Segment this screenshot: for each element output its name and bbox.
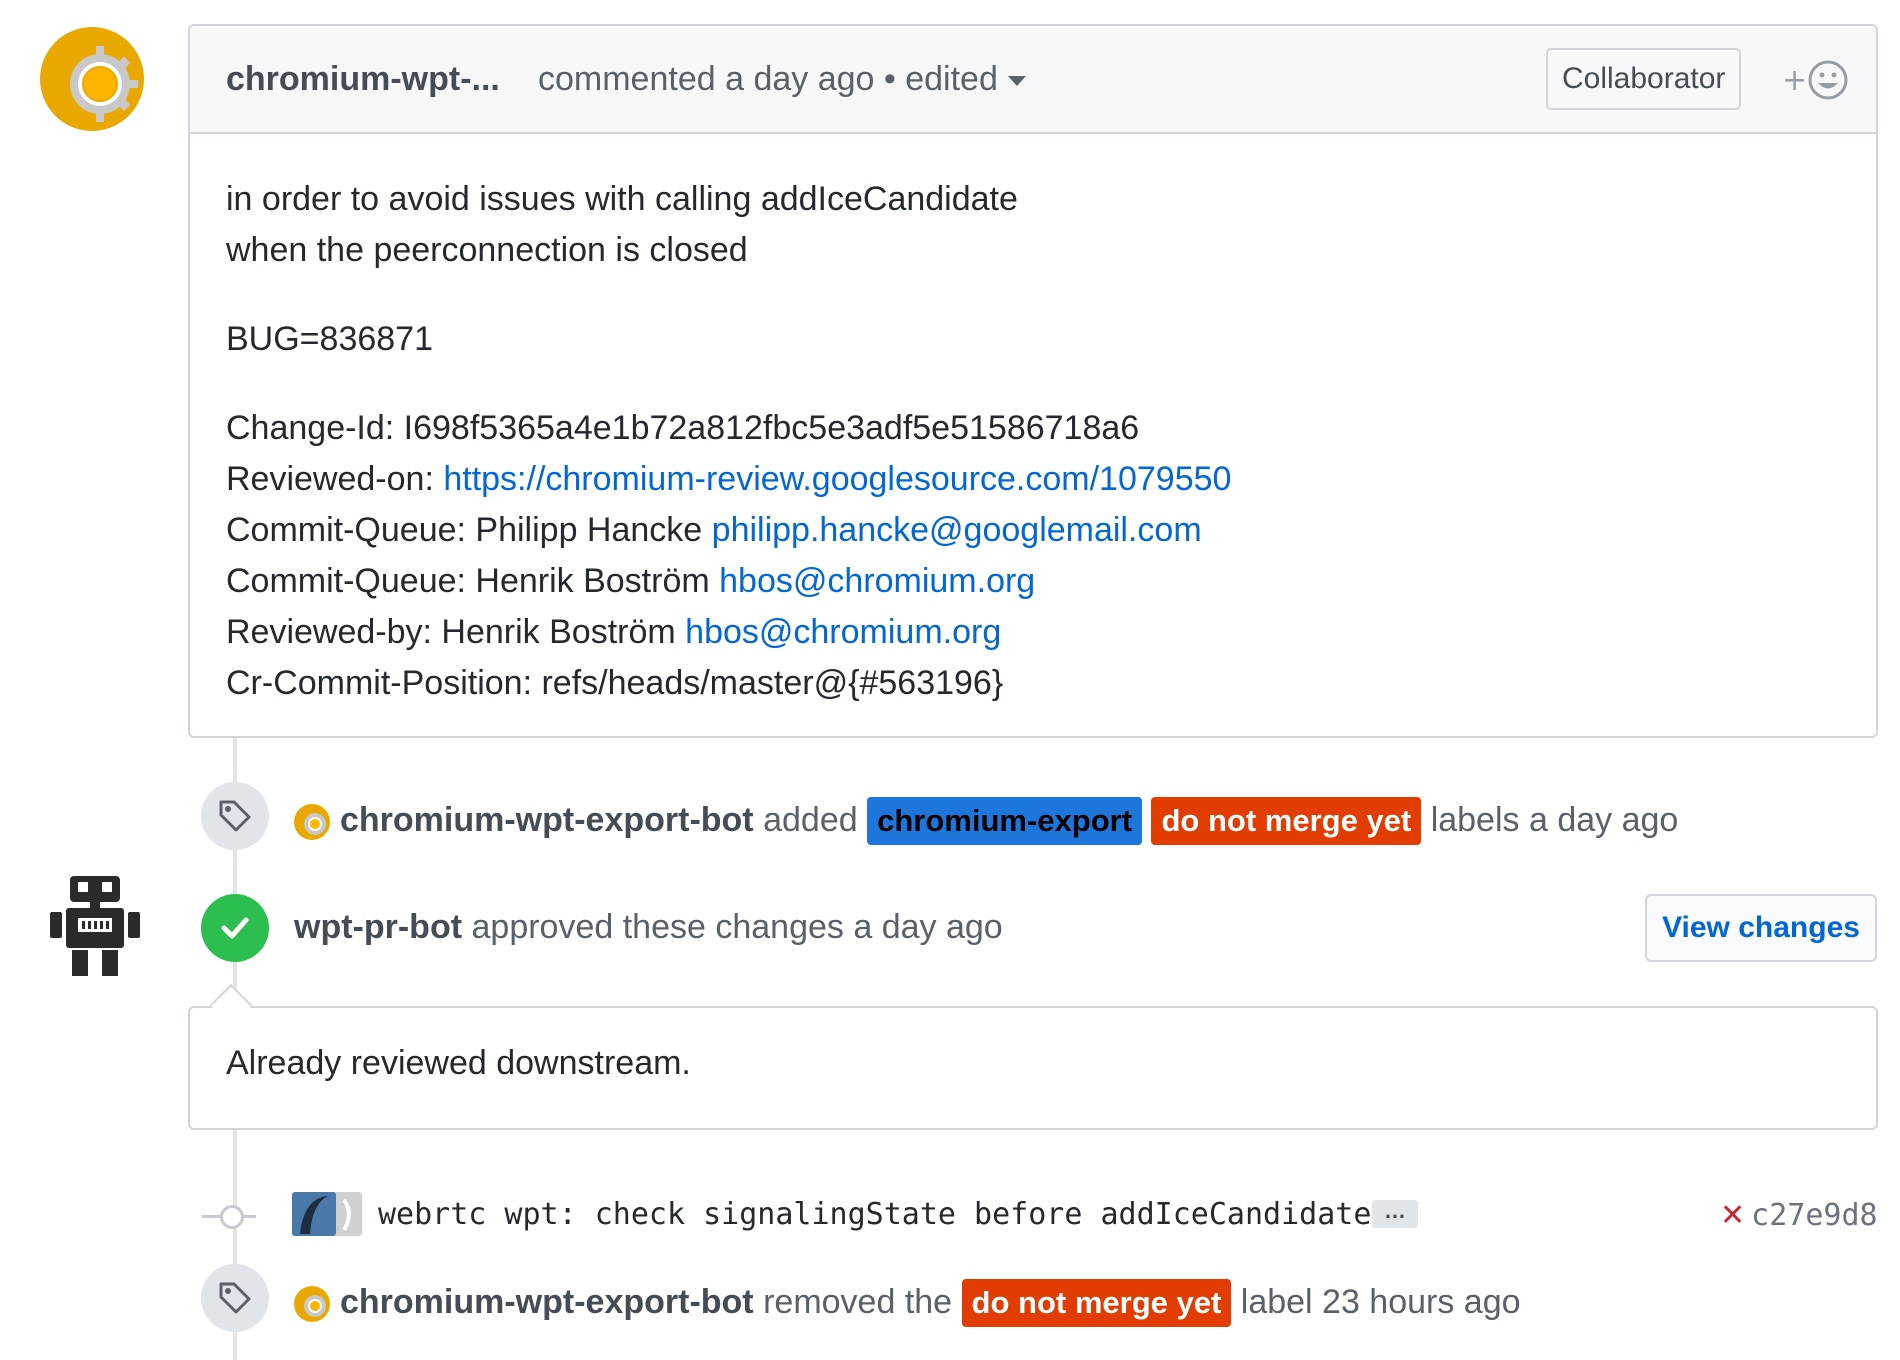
comment-body: in order to avoid issues with calling ad… — [190, 134, 1876, 709]
comment-card: chromium-wpt-... commented a day ago • e… — [188, 24, 1878, 738]
tag-badge — [201, 1264, 269, 1332]
tag-icon — [219, 1282, 251, 1314]
event-suffix: label 23 hours ago — [1240, 1283, 1521, 1321]
email-link[interactable]: hbos@chromium.org — [719, 562, 1035, 600]
view-changes-button[interactable]: View changes — [1645, 894, 1877, 962]
cq-label: Commit-Queue: Philipp Hancke — [226, 511, 712, 549]
collaborator-badge: Collaborator — [1546, 48, 1742, 110]
body-line: when the peerconnection is closed — [226, 231, 748, 269]
check-icon — [221, 917, 249, 939]
review-link[interactable]: https://chromium-review.googlesource.com… — [443, 460, 1231, 498]
label-chromium-export[interactable]: chromium-export — [867, 797, 1143, 845]
commit-status[interactable]: ✕ c27e9d8 — [1720, 1198, 1878, 1233]
review-comment: Already reviewed downstream. — [188, 1006, 1878, 1130]
approved-badge — [201, 894, 269, 962]
event-verb: added — [763, 801, 858, 839]
label-do-not-merge[interactable]: do not merge yet — [1151, 797, 1422, 845]
tag-badge — [201, 782, 269, 850]
chromium-bot-avatar[interactable] — [294, 1285, 332, 1323]
email-link[interactable]: hbos@chromium.org — [685, 613, 1001, 651]
commit-dot-icon — [220, 1205, 244, 1229]
email-link[interactable]: philipp.hancke@googlemail.com — [712, 511, 1202, 549]
cq-label: Commit-Queue: Henrik Boström — [226, 562, 720, 600]
label-removed-event: chromium-wpt-export-bot removed the do n… — [294, 1279, 1521, 1327]
tag-icon — [219, 800, 251, 832]
x-mark-icon[interactable]: ✕ — [1720, 1198, 1745, 1233]
reviewed-by-label: Reviewed-by: Henrik Boström — [226, 613, 686, 651]
body-line: in order to avoid issues with calling ad… — [226, 180, 1018, 218]
event-actor[interactable]: chromium-wpt-export-bot — [340, 801, 754, 839]
event-verb: removed the — [763, 1283, 953, 1321]
timeline-line — [233, 738, 237, 1006]
comment-meta[interactable]: commented a day ago • edited — [538, 60, 1026, 99]
robot-avatar[interactable] — [48, 874, 142, 978]
comment-author[interactable]: chromium-wpt-... — [226, 60, 500, 99]
commit-message[interactable]: webrtc wpt: check signalingState before … — [378, 1197, 1371, 1232]
change-id: Change-Id: I698f5365a4e1b72a812fbc5e3adf… — [226, 409, 1140, 447]
commit-sha[interactable]: c27e9d8 — [1751, 1198, 1877, 1233]
chromium-bot-avatar[interactable] — [40, 24, 150, 134]
event-actor[interactable]: chromium-wpt-export-bot — [340, 1283, 754, 1321]
event-suffix: labels a day ago — [1430, 801, 1679, 839]
chevron-down-icon[interactable] — [1007, 76, 1026, 87]
smiley-plus-icon: + — [1782, 60, 1848, 100]
approval-text: approved these changes a day ago — [471, 908, 1003, 946]
comment-header: chromium-wpt-... commented a day ago • e… — [190, 26, 1876, 134]
reviewer-name[interactable]: wpt-pr-bot — [294, 908, 462, 946]
expand-commit-button[interactable]: … — [1372, 1200, 1418, 1228]
svg-text:+: + — [1782, 63, 1807, 98]
commit-position: Cr-Commit-Position: refs/heads/master@{#… — [226, 664, 1004, 702]
add-reaction-button[interactable]: + — [1782, 58, 1852, 110]
bug-id: BUG=836871 — [226, 320, 433, 358]
label-do-not-merge[interactable]: do not merge yet — [961, 1279, 1232, 1327]
comment-meta-text: commented a day ago • edited — [538, 60, 998, 98]
chromium-bot-avatar[interactable] — [294, 803, 332, 841]
labels-added-event: chromium-wpt-export-bot added chromium-e… — [294, 797, 1678, 845]
approval-event: wpt-pr-bot approved these changes a day … — [294, 908, 1003, 947]
reviewed-on-label: Reviewed-on: — [226, 460, 444, 498]
review-body: Already reviewed downstream. — [226, 1044, 691, 1082]
commit-author-avatars[interactable] — [290, 1190, 364, 1238]
